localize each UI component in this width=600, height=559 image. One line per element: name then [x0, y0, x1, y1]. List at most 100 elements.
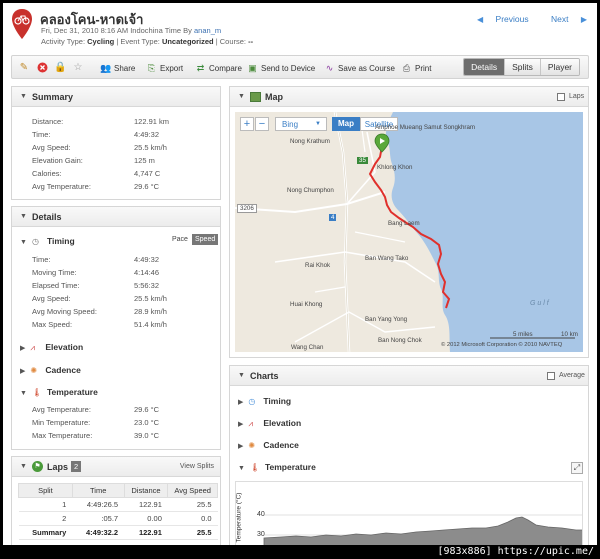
save-as-course-button[interactable]: ∿ Save as Course	[324, 62, 395, 75]
activity-type-value[interactable]: Cycling	[87, 37, 114, 46]
lap-distance: 122.91	[124, 497, 168, 512]
edit-pencil-icon[interactable]: ✎	[18, 62, 30, 74]
tab-details[interactable]: Details	[464, 59, 505, 75]
summary-header[interactable]: ▼ Summary	[12, 87, 220, 107]
temperature-section-header[interactable]: ▼ 🌡 Temperature	[20, 387, 98, 397]
clock-icon: ◷	[31, 237, 39, 246]
map-title: Map	[265, 92, 283, 102]
next-label: Next	[550, 14, 569, 24]
timing-label: Moving Time:	[32, 268, 77, 277]
pace-toggle[interactable]: Pace	[172, 236, 188, 243]
lap-time: :05.7	[72, 511, 125, 526]
timing-value: 4:49:32	[134, 255, 160, 264]
view-tabs: Details Splits Player	[463, 58, 580, 76]
favorite-star-icon[interactable]: ☆	[72, 62, 84, 74]
course-value: --	[248, 37, 254, 46]
road-shield: 3206	[237, 204, 257, 213]
map-label: Ban Yang Yong	[365, 316, 408, 323]
column-header[interactable]: Distance	[123, 483, 169, 498]
road-shield: 35	[357, 157, 368, 164]
laps-header[interactable]: ▼ ⚑ Laps 2 View Splits	[12, 457, 220, 477]
laps-checkbox[interactable]	[557, 93, 565, 101]
zoom-in-button[interactable]: +	[240, 117, 254, 131]
scale-miles: 5 miles	[513, 331, 533, 338]
elevation-icon: ⩘	[248, 419, 253, 428]
elevation-section-header[interactable]: ▶ ⩘ Elevation	[20, 342, 83, 353]
column-header[interactable]: Time	[71, 483, 125, 498]
collapse-triangle-icon[interactable]: ▼	[238, 372, 245, 379]
delete-icon[interactable]	[36, 62, 48, 74]
summary-label: Avg Speed:	[32, 143, 71, 152]
timing-section-header[interactable]: ▼ ◷ Timing	[20, 236, 75, 246]
expand-chart-icon[interactable]: ⤢	[571, 462, 583, 474]
lap-split: Summary	[18, 525, 73, 540]
average-checkbox[interactable]	[547, 372, 555, 380]
column-header[interactable]: Avg Speed	[167, 483, 218, 498]
details-title: Details	[32, 212, 62, 222]
author-link[interactable]: anan_m	[194, 26, 221, 35]
view-splits-link[interactable]: View Splits	[180, 463, 214, 470]
summary-label: Elevation Gain:	[32, 156, 83, 165]
route-map[interactable]: + − Bing ▼ Map Satellite Nong Krathum Am…	[235, 112, 583, 352]
previous-label: Previous	[495, 14, 529, 24]
timing-label: Time:	[32, 255, 51, 264]
event-type-value[interactable]: Uncategorized	[162, 37, 214, 46]
collapse-triangle-icon[interactable]: ▼	[20, 213, 27, 220]
column-header[interactable]: Split	[18, 483, 73, 498]
cadence-title: Cadence	[45, 365, 81, 375]
collapse-triangle-icon[interactable]: ▼	[20, 463, 27, 470]
road-shield: 4	[329, 214, 337, 221]
cadence-section-header[interactable]: ▶ ✺ Cadence	[20, 365, 81, 375]
map-provider-select[interactable]: Bing ▼	[275, 117, 327, 131]
zoom-out-button[interactable]: −	[255, 117, 269, 131]
map-canvas	[235, 112, 583, 352]
timing-value: 5:56:32	[134, 281, 160, 290]
temperature-label: Max Temperature:	[32, 431, 93, 440]
table-row[interactable]: 1 4:49:26.5 122.91 25.5	[18, 497, 218, 512]
chart-section-temperature[interactable]: ▼ 🌡 Temperature	[238, 462, 316, 472]
expand-triangle-icon: ▶	[238, 443, 244, 450]
collapse-triangle-icon[interactable]: ▼	[238, 93, 245, 100]
map-header[interactable]: ▼ Map Laps	[230, 87, 588, 107]
map-copyright: © 2012 Microsoft Corporation © 2010 NAVT…	[441, 342, 563, 348]
temperature-label: Min Temperature:	[32, 418, 91, 427]
summary-label: Distance:	[32, 117, 64, 126]
timing-value: 28.9 km/h	[134, 307, 167, 316]
map-view-button[interactable]: Map	[332, 117, 360, 131]
map-label: G u l f	[530, 300, 549, 307]
share-button[interactable]: 👥 Share	[100, 62, 135, 75]
next-link[interactable]: Next ▶	[541, 14, 587, 24]
map-provider-value: Bing	[282, 120, 299, 129]
send-to-device-button[interactable]: ▣ Send to Device	[247, 62, 315, 75]
activity-toolbar: ✎ 🔒 ☆ 👥 Share ⎘ Export ⇄ Compare ▣ Send to D…	[11, 55, 589, 79]
save-as-course-label: Save as Course	[338, 64, 395, 73]
speed-toggle[interactable]: Speed	[192, 234, 219, 245]
print-button[interactable]: ⎙ Print	[401, 62, 432, 75]
chart-section-timing[interactable]: ▶ ◷ Timing	[238, 396, 291, 406]
collapse-triangle-icon[interactable]: ▼	[20, 93, 27, 100]
chart-section-elevation[interactable]: ▶ ⩘ Elevation	[238, 418, 301, 429]
chart-section-label: Elevation	[263, 418, 302, 428]
tab-splits[interactable]: Splits	[504, 59, 540, 75]
temperature-chart[interactable]: 40 30 Temperature (°C)	[235, 481, 583, 545]
timing-value: 4:14:46	[134, 268, 160, 277]
activity-date-line: Fri, Dec 31, 2010 8:16 AM Indochina Time…	[41, 26, 221, 35]
previous-link[interactable]: ◀ Previous	[467, 14, 529, 24]
charts-header[interactable]: ▼ Charts Average	[230, 366, 588, 386]
compare-button[interactable]: ⇄ Compare	[195, 62, 242, 75]
thermometer-icon: 🌡	[249, 463, 261, 472]
details-header[interactable]: ▼ Details	[12, 207, 220, 227]
activity-type-label: Activity Type:	[41, 37, 86, 46]
lap-distance: 0.00	[124, 511, 168, 526]
map-label: Amphoe Mueang Samut Songkhram	[375, 124, 476, 131]
table-row[interactable]: 2 :05.7 0.00 0.0	[18, 511, 218, 526]
export-button[interactable]: ⎘ Export	[146, 62, 183, 75]
lock-icon[interactable]: 🔒	[54, 62, 66, 74]
temperature-title: Temperature	[46, 387, 98, 397]
timing-label: Elapsed Time:	[32, 281, 80, 290]
chevron-left-icon: ◀	[477, 15, 484, 24]
lap-time: 4:49:26.5	[72, 497, 125, 512]
chart-section-cadence[interactable]: ▶ ✺ Cadence	[238, 440, 299, 450]
tab-player[interactable]: Player	[539, 59, 579, 75]
activity-header: คลองโคน-หาดเจ้า Fri, Dec 31, 2010 8:16 A…	[3, 3, 597, 53]
